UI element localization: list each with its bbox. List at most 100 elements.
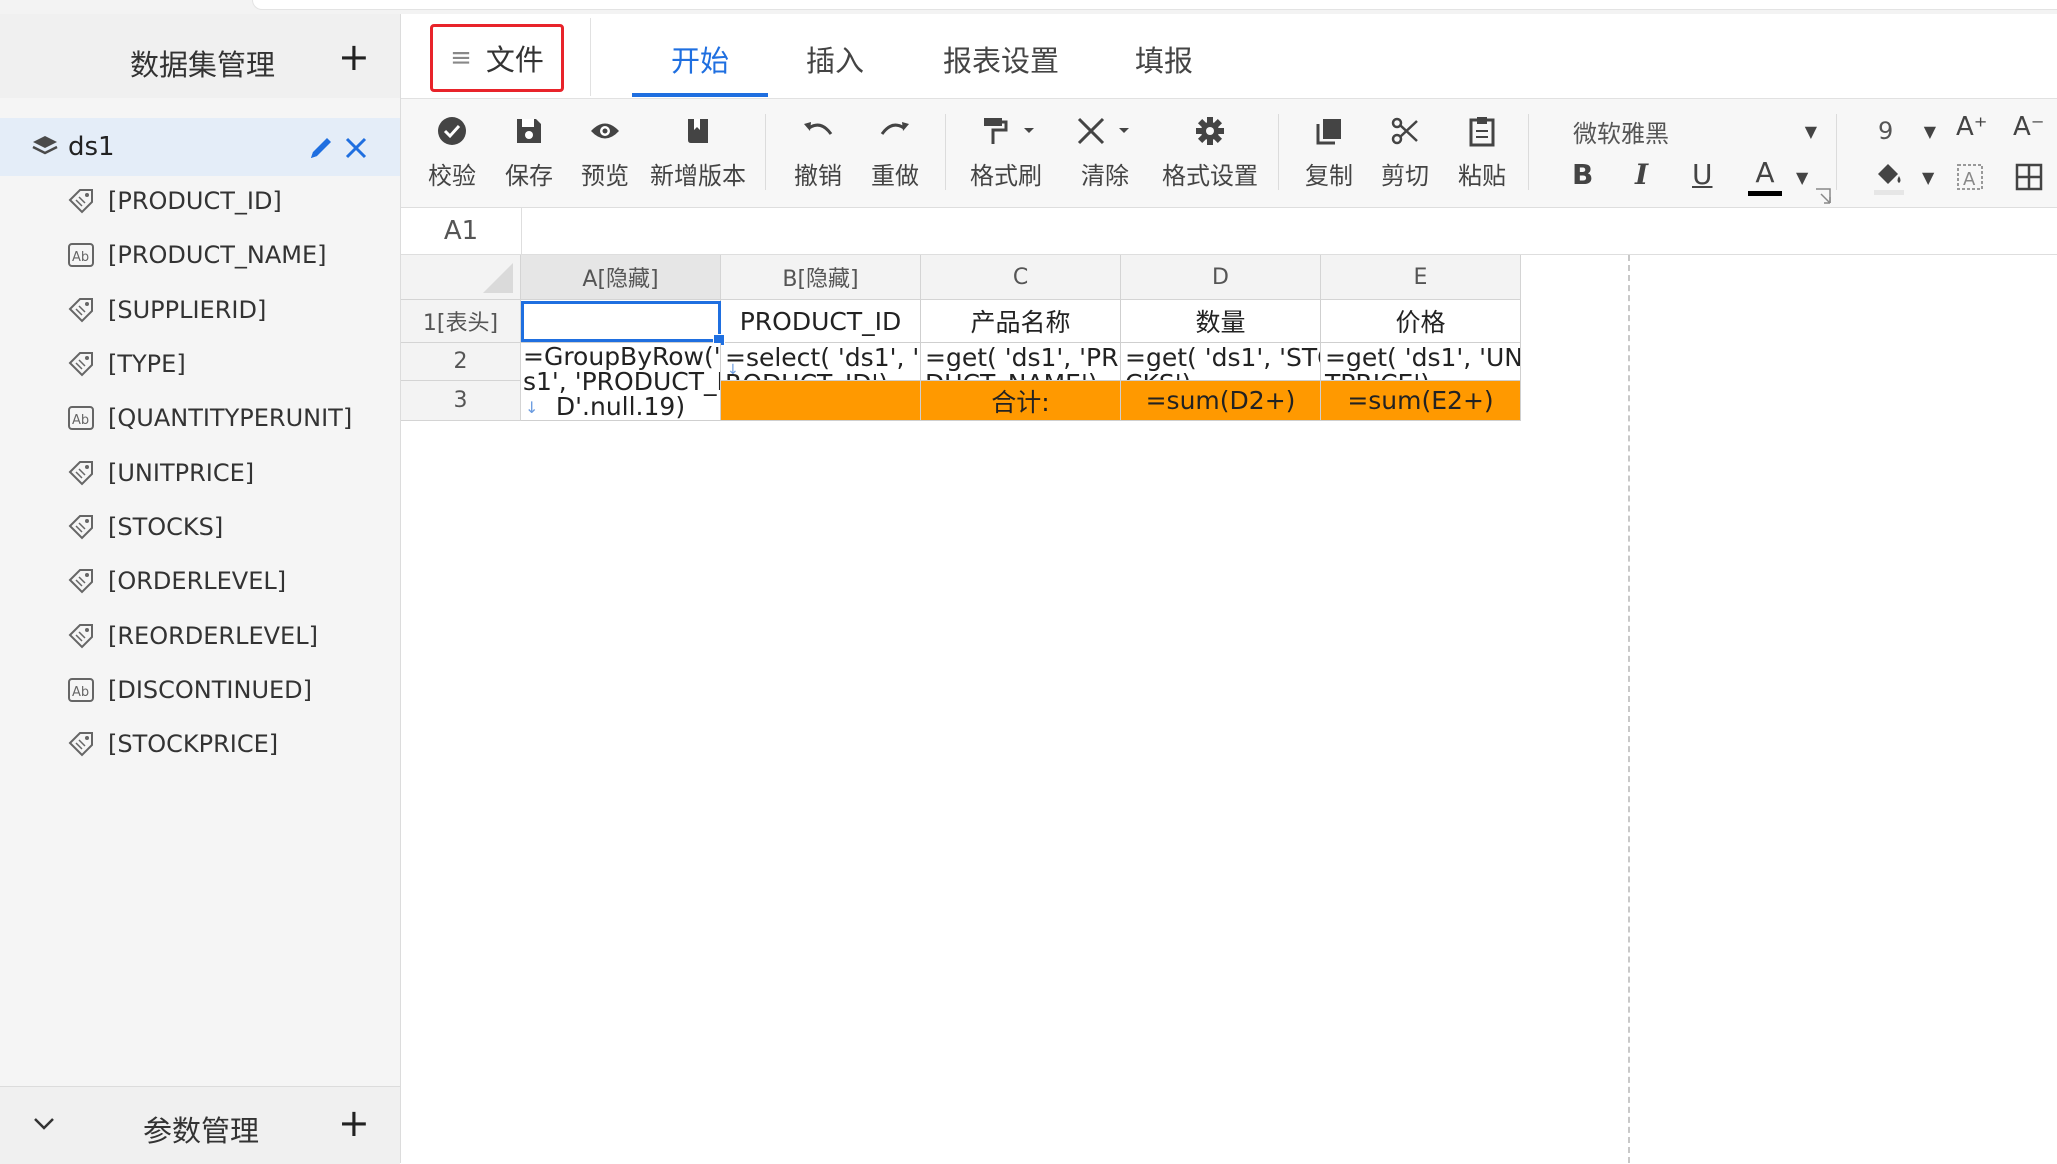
tab-insert[interactable]: 插入: [806, 38, 864, 80]
field-item[interactable]: [UNITPRICE]: [64, 453, 254, 493]
tag-icon: [64, 621, 98, 651]
svg-text:Ab: Ab: [72, 250, 89, 265]
field-label: [TYPE]: [108, 350, 186, 378]
cell-c3[interactable]: 合计:: [921, 381, 1121, 421]
cell-e2[interactable]: =get( 'ds1', 'UNI TPRICE'): [1321, 343, 1521, 381]
italic-button[interactable]: I: [1635, 158, 1648, 191]
new-version-button[interactable]: 新增版本: [650, 110, 746, 191]
field-label: [PRODUCT_NAME]: [108, 241, 327, 269]
field-item[interactable]: Ab [QUANTITYPERUNIT]: [64, 398, 352, 438]
increase-font-button[interactable]: A⁺: [1956, 112, 1988, 142]
field-label: [ORDERLEVEL]: [108, 567, 287, 595]
preview-button[interactable]: 预览: [578, 110, 632, 191]
select-all-corner[interactable]: [401, 255, 521, 300]
column-header-b[interactable]: B[隐藏]: [721, 255, 921, 300]
cut-button[interactable]: 剪切: [1378, 110, 1432, 191]
dropdown-arrow-icon[interactable]: ▼: [1796, 168, 1808, 187]
dropdown-arrow-icon[interactable]: ▼: [1922, 168, 1934, 187]
borders-icon[interactable]: [2014, 162, 2044, 192]
tab-fill-report[interactable]: 填报: [1135, 38, 1193, 80]
column-header-d[interactable]: D: [1121, 255, 1321, 300]
font-size-select[interactable]: 9 ▼: [1878, 114, 1936, 148]
active-tab-indicator: [632, 93, 768, 97]
save-button[interactable]: 保存: [502, 110, 556, 191]
column-header-e[interactable]: E: [1321, 255, 1521, 300]
font-family-select[interactable]: 微软雅黑 ▼: [1573, 114, 1823, 148]
field-label: [UNITPRICE]: [108, 459, 255, 487]
cell-a2[interactable]: =GroupByRow('d s1', 'PRODUCT_I D'.null.1…: [521, 343, 721, 421]
underline-button[interactable]: U: [1692, 158, 1713, 191]
cell-selection-border: [521, 301, 721, 342]
chevron-down-icon[interactable]: [30, 1110, 58, 1138]
row-header-3[interactable]: 3: [401, 381, 521, 421]
field-item[interactable]: [ORDERLEVEL]: [64, 561, 286, 601]
text-box-icon[interactable]: A: [1955, 162, 1985, 192]
validate-button[interactable]: 校验: [425, 110, 479, 191]
bookmark-book-icon: [685, 110, 711, 152]
add-dataset-button[interactable]: +: [338, 38, 370, 76]
cell-e3[interactable]: =sum(E2+): [1321, 381, 1521, 421]
tag-icon: [64, 349, 98, 379]
column-header-a[interactable]: A[隐藏]: [521, 255, 721, 300]
font-color-button[interactable]: A: [1748, 156, 1782, 198]
format-painter-button[interactable]: 格式刷: [965, 110, 1047, 191]
decrease-font-button[interactable]: A⁻: [2013, 112, 2045, 142]
close-icon[interactable]: [342, 134, 370, 162]
edit-pencil-icon[interactable]: [306, 133, 336, 163]
bold-button[interactable]: B: [1572, 158, 1593, 191]
field-item[interactable]: Ab [DISCONTINUED]: [64, 670, 312, 710]
svg-text:Ab: Ab: [72, 413, 89, 428]
clear-label: 清除: [1081, 162, 1129, 190]
format-settings-button[interactable]: 格式设置: [1160, 110, 1260, 191]
dropdown-arrow-icon: ▼: [1804, 121, 1817, 141]
cell-b1[interactable]: PRODUCT_ID: [721, 300, 921, 343]
font-family-value: 微软雅黑: [1573, 119, 1669, 148]
undo-button[interactable]: 撤销: [791, 110, 845, 191]
clear-button[interactable]: 清除: [1075, 110, 1135, 191]
field-label: [STOCKPRICE]: [108, 730, 279, 758]
formula-bar[interactable]: [401, 208, 2057, 255]
field-item[interactable]: [PRODUCT_ID]: [64, 181, 282, 221]
text-ab-icon: Ab: [64, 403, 98, 433]
eye-icon: [589, 110, 621, 152]
cell-e1[interactable]: 价格: [1321, 300, 1521, 343]
field-item[interactable]: [SUPPLIERID]: [64, 290, 266, 330]
copy-label: 复制: [1305, 162, 1353, 190]
field-item[interactable]: [REORDERLEVEL]: [64, 616, 318, 656]
tag-icon: [64, 186, 98, 216]
cell-d3[interactable]: =sum(D2+): [1121, 381, 1321, 421]
tab-report-settings[interactable]: 报表设置: [943, 38, 1059, 80]
cell-c2[interactable]: =get( 'ds1', 'PRO DUCT_NAME'): [921, 343, 1121, 381]
dataset-item-ds1[interactable]: [0, 118, 400, 176]
column-header-c[interactable]: C: [921, 255, 1121, 300]
expand-down-arrow-icon: ↓: [525, 398, 539, 417]
cell-c1[interactable]: 产品名称: [921, 300, 1121, 343]
cell-d1[interactable]: 数量: [1121, 300, 1321, 343]
cell-d2[interactable]: =get( 'ds1', 'STO CKS'): [1121, 343, 1321, 381]
field-item[interactable]: [STOCKS]: [64, 507, 223, 547]
svg-text:A: A: [1963, 169, 1976, 190]
cell-b3[interactable]: [721, 381, 921, 421]
row-header-1[interactable]: 1[表头]: [401, 300, 521, 343]
field-label: [QUANTITYPERUNIT]: [108, 404, 353, 432]
toolbar-separator: [765, 114, 766, 190]
cell-reference-box[interactable]: A1: [401, 208, 522, 254]
field-item[interactable]: [STOCKPRICE]: [64, 724, 278, 764]
toolbar-separator: [945, 114, 946, 190]
field-item[interactable]: Ab [PRODUCT_NAME]: [64, 235, 326, 275]
file-menu-button[interactable]: ≡ 文件: [430, 24, 564, 92]
copy-button[interactable]: 复制: [1302, 110, 1356, 191]
paste-button[interactable]: 粘贴: [1455, 110, 1509, 191]
redo-button[interactable]: 重做: [868, 110, 922, 191]
expand-corner-icon[interactable]: [1815, 188, 1831, 204]
fill-bucket-icon[interactable]: [1872, 160, 1906, 196]
field-item[interactable]: [TYPE]: [64, 344, 186, 384]
menu-bar: [401, 14, 2057, 99]
menu-divider: [590, 18, 591, 96]
tab-start[interactable]: 开始: [671, 38, 729, 80]
row-header-2[interactable]: 2: [401, 343, 521, 381]
copy-icon: [1314, 110, 1344, 152]
undo-label: 撤销: [794, 162, 842, 190]
add-parameter-button[interactable]: +: [338, 1104, 370, 1142]
cell-b2[interactable]: =select( 'ds1', 'P RODUCT_ID'): [721, 343, 921, 381]
